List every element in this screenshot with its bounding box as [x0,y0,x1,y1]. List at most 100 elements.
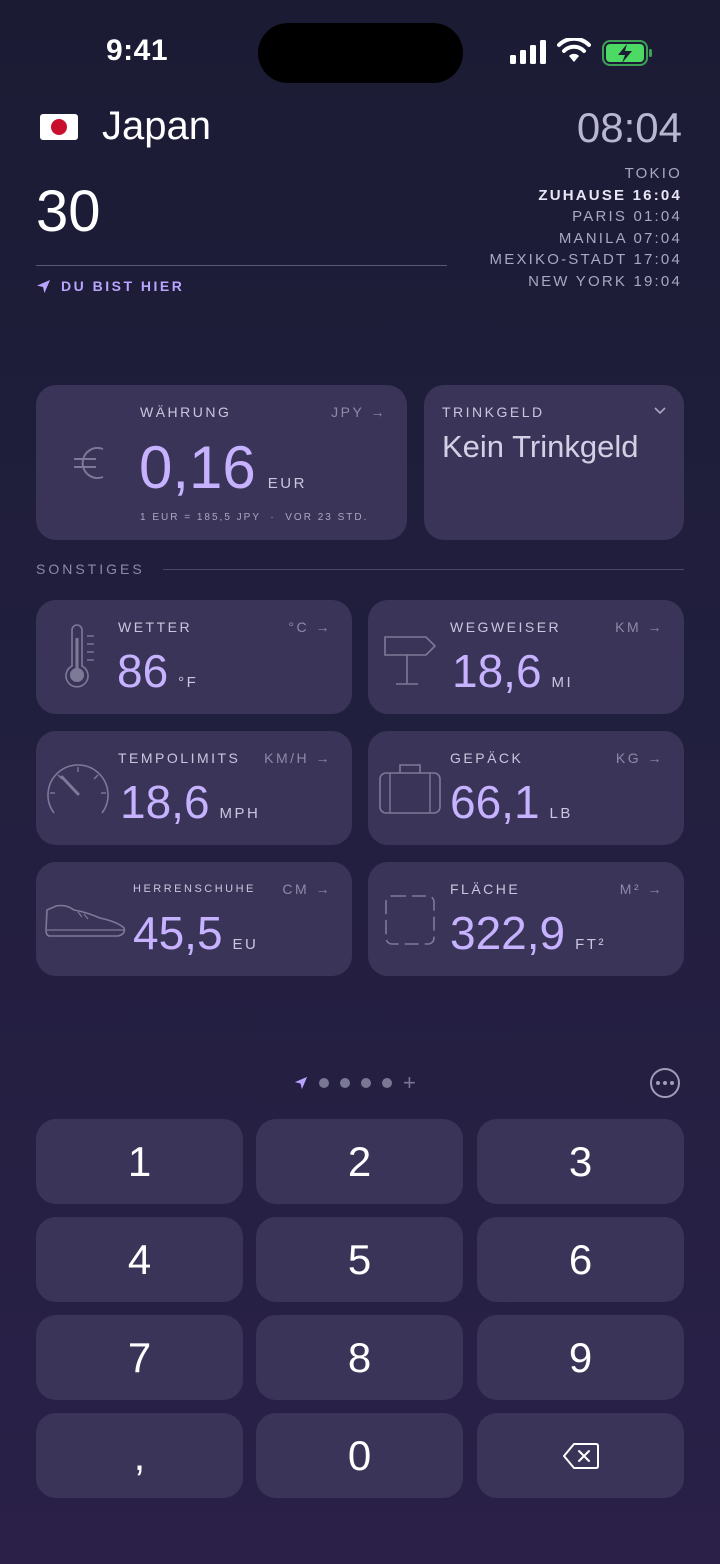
arrow-right-icon: → [647,619,664,635]
wifi-icon [557,38,591,62]
local-clock: 08:04 [576,104,682,151]
shoe-icon [45,904,126,937]
area-icon [385,895,435,945]
chevron-down-icon[interactable] [654,407,666,415]
timezone-list[interactable]: TOKIO ZUHAUSE 16:04 PARIS 01:04 MANILA 0… [490,163,682,292]
key-3[interactable]: 3 [477,1119,684,1204]
location-arrow-icon[interactable] [294,1076,308,1090]
speed-title: TEMPOLIMITS [118,750,241,766]
exchange-rate-note: 1 EUR = 185,5 JPY · VOR 23 STD. [140,512,369,523]
more-options-icon[interactable] [650,1068,680,1098]
arrow-right-icon: → [315,750,332,766]
page-dot[interactable] [382,1078,392,1088]
japan-flag-icon [40,114,78,140]
area-value-unit: FT² [575,936,606,953]
key-9[interactable]: 9 [477,1315,684,1400]
speed-value: 18,6 [120,776,210,828]
suitcase-icon [379,764,441,814]
area-card[interactable]: FLÄCHE M² → 322,9 FT² [368,862,684,976]
timezone-row: NEW YORK 19:04 [528,272,682,290]
speed-unit-toggle[interactable]: KM/H → [264,750,332,766]
currency-title: WÄHRUNG [140,404,232,420]
currency-value: 0,16 [139,434,256,501]
backspace-key[interactable] [477,1413,684,1498]
key-7[interactable]: 7 [36,1315,243,1400]
shoes-unit-toggle[interactable]: CM → [282,881,332,897]
page-dot[interactable] [319,1078,329,1088]
signpost-card[interactable]: WEGWEISER KM → 18,6 MI [368,600,684,714]
thermometer-icon [65,624,94,688]
key-1[interactable]: 1 [36,1119,243,1204]
status-time: 9:41 [106,34,169,67]
currency-unit-toggle[interactable]: JPY → [331,404,387,420]
luggage-value-group: 66,1 LB [450,775,573,829]
page-dot[interactable] [361,1078,371,1088]
signpost-icon [384,636,437,685]
divider [36,265,447,266]
shoes-title: HERRENSCHUHE [133,883,256,895]
dynamic-island [258,23,463,83]
country-title[interactable]: Japan [102,104,211,149]
signpost-title: WEGWEISER [450,619,562,635]
timezone-row: PARIS 01:04 [572,208,682,225]
area-title: FLÄCHE [450,881,521,897]
currency-card[interactable]: WÄHRUNG JPY → 0,16 EUR 1 EUR = 185,5 JPY… [36,385,407,540]
arrow-right-icon: → [315,619,332,635]
key-comma[interactable]: , [36,1413,243,1498]
weather-value: 86 [117,645,169,697]
signpost-value-unit: MI [551,674,574,691]
page-indicator[interactable]: + [294,1072,416,1094]
arrow-right-icon: → [370,404,387,420]
luggage-value: 66,1 [450,776,540,828]
arrow-right-icon: → [315,881,332,897]
euro-icon [74,447,104,479]
area-unit-toggle[interactable]: M² → [620,881,664,897]
weather-unit-toggle[interactable]: °C → [288,619,332,635]
arrow-right-icon: → [647,750,664,766]
luggage-card[interactable]: GEPÄCK KG → 66,1 LB [368,731,684,845]
timezone-row: TOKIO [624,165,682,182]
battery-charging-icon [602,40,652,66]
location-arrow-icon [36,279,51,293]
signpost-value-group: 18,6 MI [452,644,573,698]
tip-value: Kein Trinkgeld [442,429,639,464]
weather-title: WETTER [118,619,193,635]
weather-card[interactable]: WETTER °C → 86 °F [36,600,352,714]
speed-limit-card[interactable]: TEMPOLIMITS KM/H → 18,6 MPH [36,731,352,845]
page-dot[interactable] [340,1078,350,1088]
key-0[interactable]: 0 [256,1413,463,1498]
area-value-group: 322,9 FT² [450,906,606,960]
key-4[interactable]: 4 [36,1217,243,1302]
add-page-button[interactable]: + [403,1072,416,1094]
luggage-title: GEPÄCK [450,750,524,766]
backspace-icon [562,1442,599,1469]
shoes-value: 45,5 [133,907,223,959]
luggage-unit-toggle[interactable]: KG → [616,750,664,766]
timezone-row: MANILA 07:04 [558,229,682,247]
arrow-right-icon: → [647,881,664,897]
location-label: DU BIST HIER [61,278,185,294]
ellipsis-icon [656,1081,674,1085]
key-8[interactable]: 8 [256,1315,463,1400]
timezone-row-home: ZUHAUSE 16:04 [538,186,682,204]
area-value: 322,9 [450,907,566,959]
signpost-value: 18,6 [452,645,542,697]
currency-value-unit: EUR [267,475,307,492]
section-divider [163,569,684,570]
cellular-signal-icon [510,40,546,64]
weather-value-group: 86 °F [117,644,198,698]
speed-value-group: 18,6 MPH [120,775,260,829]
key-5[interactable]: 5 [256,1217,463,1302]
location-indicator: DU BIST HIER [36,278,184,294]
shoes-value-group: 45,5 EU [133,906,258,960]
weather-value-unit: °F [178,674,199,691]
shoe-size-card[interactable]: HERRENSCHUHE CM → 45,5 EU [36,862,352,976]
tip-card[interactable]: TRINKGELD Kein Trinkgeld [424,385,684,540]
speed-value-unit: MPH [219,805,261,822]
key-6[interactable]: 6 [477,1217,684,1302]
speedometer-icon [47,764,109,814]
section-label: SONSTIGES [36,561,145,577]
shoes-value-unit: EU [232,936,259,953]
key-2[interactable]: 2 [256,1119,463,1204]
signpost-unit-toggle[interactable]: KM → [615,619,664,635]
